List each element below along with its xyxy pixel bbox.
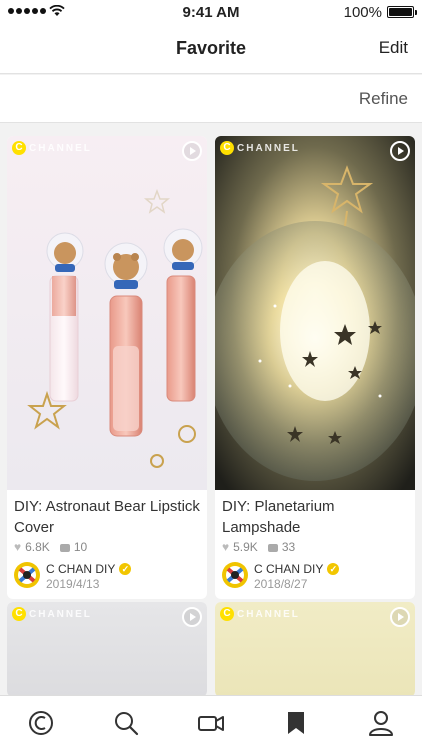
play-icon[interactable] [182, 607, 202, 627]
profile-icon[interactable] [366, 708, 396, 738]
verified-icon: ✓ [119, 563, 132, 575]
video-thumbnail[interactable]: C CHANNEL [7, 602, 207, 697]
video-thumbnail[interactable]: C CHANNEL [215, 136, 415, 490]
status-bar: 9:41 AM 100% [0, 0, 422, 24]
battery-percent: 100% [343, 4, 382, 21]
avatar[interactable] [14, 562, 40, 588]
tab-bar [0, 695, 422, 750]
planetarium-lamp-image [215, 136, 415, 490]
author-info[interactable]: C CHAN DIY ✓ 2018/8/27 [215, 556, 415, 599]
refine-button[interactable]: Refine [359, 89, 408, 109]
comment-icon [59, 544, 70, 552]
author-name: C CHAN DIY [46, 562, 116, 576]
heart-icon: ♥ [14, 540, 22, 554]
author-info[interactable]: C CHAN DIY ✓ 2019/4/13 [7, 556, 207, 599]
channel-logo: C CHANNEL [220, 141, 300, 155]
heart-icon: ♥ [222, 540, 230, 554]
video-camera-icon[interactable] [196, 708, 226, 738]
filter-bar: Refine [0, 75, 422, 123]
search-icon[interactable] [111, 708, 141, 738]
author-name: C CHAN DIY [254, 562, 324, 576]
channel-logo: C CHANNEL [12, 141, 92, 155]
lipstick-cover-image [7, 136, 207, 490]
bookmark-icon[interactable] [281, 708, 311, 738]
card-title[interactable]: DIY: Astronaut Bear Lipstick Cover [7, 490, 207, 538]
verified-icon: ✓ [327, 563, 340, 575]
post-date: 2019/4/13 [46, 577, 100, 591]
video-thumbnail[interactable]: C CHANNEL [215, 602, 415, 697]
card-stats: ♥ 6.8K 10 [7, 538, 207, 556]
channel-logo: C CHANNEL [220, 607, 300, 621]
card-stats: ♥ 5.9K 33 [215, 538, 415, 556]
edit-button[interactable]: Edit [379, 38, 408, 58]
card-title[interactable]: DIY: Planetarium Lampshade [215, 490, 415, 538]
navigation-bar: Favorite Edit [0, 24, 422, 74]
avatar[interactable] [222, 562, 248, 588]
video-card[interactable]: C CHANNEL [7, 602, 207, 697]
play-icon[interactable] [390, 607, 410, 627]
channel-logo: C CHANNEL [12, 607, 92, 621]
like-count: 5.9K [233, 540, 258, 554]
play-icon[interactable] [390, 141, 410, 161]
video-card[interactable]: C CHANNEL DIY: Astronaut Bear Lipstick C… [7, 136, 207, 599]
video-card[interactable]: C CHANNEL DIY: Planetarium Lampshade ♥ 5… [215, 136, 415, 599]
cchannel-icon[interactable] [26, 708, 56, 738]
like-count: 6.8K [25, 540, 50, 554]
post-date: 2018/8/27 [254, 577, 308, 591]
comment-icon [267, 544, 278, 552]
play-icon[interactable] [182, 141, 202, 161]
page-title: Favorite [175, 38, 247, 58]
video-thumbnail[interactable]: C CHANNEL [7, 136, 207, 490]
comment-count: 10 [73, 540, 88, 554]
video-card[interactable]: C CHANNEL [215, 602, 415, 697]
battery-icon [387, 6, 417, 18]
comment-count: 33 [281, 540, 296, 554]
